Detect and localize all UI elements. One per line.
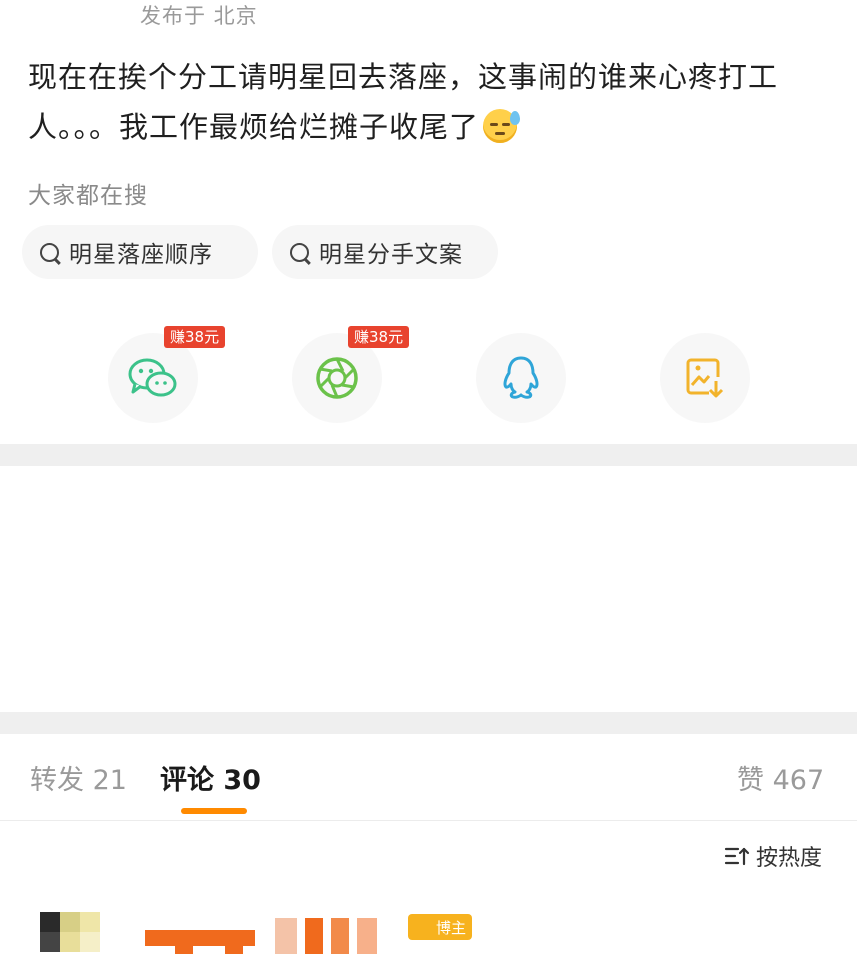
post-location: 发布于 北京 — [140, 4, 258, 28]
sort-icon — [724, 847, 750, 866]
qq-icon — [503, 356, 539, 399]
tab-repost[interactable]: 转发 21 — [30, 758, 127, 797]
search-chip-2[interactable]: 明星分手文案 — [272, 225, 498, 279]
search-chip-label: 明星分手文案 — [319, 242, 463, 268]
tabs-divider — [0, 820, 857, 821]
post-text-content: 现在在挨个分工请明星回去落座，这事闹的谁来心疼打工人。。。我工作最烦给烂摊子收尾… — [28, 60, 779, 144]
sort-by-hot-button[interactable]: 按热度 — [724, 840, 822, 872]
reward-badge: 赚38元 — [164, 326, 226, 348]
avatar[interactable] — [40, 912, 110, 952]
owner-badge: 博主 — [408, 914, 472, 940]
moments-icon — [316, 357, 358, 399]
search-chip-label: 明星落座顺序 — [69, 242, 213, 268]
wechat-icon — [128, 358, 177, 397]
search-icon — [40, 242, 59, 262]
save-image-button[interactable] — [660, 333, 750, 423]
trending-search-title: 大家都在搜 — [28, 183, 148, 209]
commenter-name-blurred[interactable] — [145, 914, 395, 954]
share-qq-button[interactable] — [476, 333, 566, 423]
sort-label: 按热度 — [756, 846, 823, 871]
search-icon — [290, 242, 309, 262]
save-image-icon — [686, 358, 724, 398]
owner-badge-label: 博主 — [435, 918, 466, 937]
tab-comment[interactable]: 评论 30 — [160, 758, 261, 797]
section-divider — [0, 712, 857, 734]
sweat-smile-emoji-icon — [483, 109, 521, 143]
search-chip-1[interactable]: 明星落座顺序 — [22, 225, 258, 279]
section-divider — [0, 444, 857, 466]
active-tab-indicator — [181, 808, 247, 814]
reward-badge: 赚38元 — [348, 326, 410, 348]
tab-like[interactable]: 赞 467 — [737, 758, 824, 797]
post-text: 现在在挨个分工请明星回去落座，这事闹的谁来心疼打工人。。。我工作最烦给烂摊子收尾… — [28, 52, 828, 152]
